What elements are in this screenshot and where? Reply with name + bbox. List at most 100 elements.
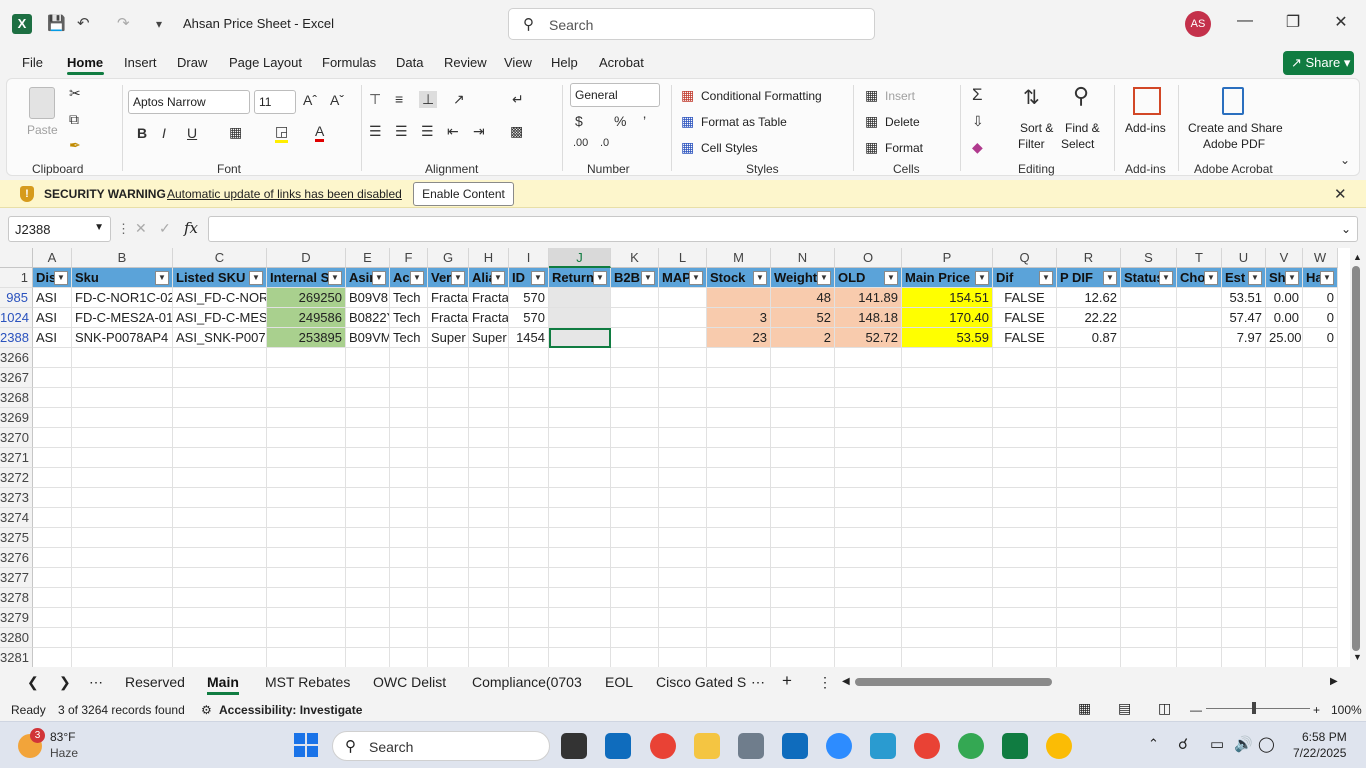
grid-cell[interactable]: [1303, 488, 1338, 508]
grid-cell[interactable]: [1222, 428, 1266, 448]
filter-dropdown-icon[interactable]: ▼: [451, 271, 465, 285]
grid-cell[interactable]: [1303, 568, 1338, 588]
tab-home[interactable]: Home: [67, 55, 103, 70]
grid-cell[interactable]: [390, 388, 428, 408]
grid-cell[interactable]: [509, 608, 549, 628]
grid-cell[interactable]: [33, 428, 72, 448]
grid-cell[interactable]: [346, 448, 390, 468]
grid-cell[interactable]: [469, 568, 509, 588]
grid-cell[interactable]: SNK-P0078AP4: [72, 328, 173, 348]
grid-cell[interactable]: [771, 348, 835, 368]
next-sheet-icon[interactable]: ❯: [59, 674, 71, 691]
grid-cell[interactable]: [1177, 348, 1222, 368]
grid-cell[interactable]: 23: [707, 328, 771, 348]
grid-cell[interactable]: [1222, 548, 1266, 568]
row-header[interactable]: 3270: [0, 428, 33, 448]
previous-sheet-icon[interactable]: ❮: [27, 674, 39, 691]
grid-cell[interactable]: [1222, 568, 1266, 588]
grid-cell[interactable]: [72, 388, 173, 408]
align-top-icon[interactable]: ⊤: [369, 91, 381, 108]
grid-cell[interactable]: [1222, 488, 1266, 508]
grid-cell[interactable]: [428, 408, 469, 428]
grid-cell[interactable]: [902, 488, 993, 508]
sheet-tab-owc-delist[interactable]: OWC Delist: [373, 674, 446, 690]
grid-cell[interactable]: [659, 448, 707, 468]
grid-cell[interactable]: [902, 368, 993, 388]
grid-cell[interactable]: [346, 368, 390, 388]
grid-cell[interactable]: [1303, 608, 1338, 628]
grid-cell[interactable]: [72, 348, 173, 368]
restore-button[interactable]: ❐: [1270, 12, 1316, 32]
column-header[interactable]: Q: [993, 248, 1057, 268]
grid-cell[interactable]: [659, 568, 707, 588]
grid-cell[interactable]: [1057, 368, 1121, 388]
grid-cell[interactable]: [1266, 408, 1303, 428]
grid-cell[interactable]: [469, 528, 509, 548]
grid-cell[interactable]: [1266, 568, 1303, 588]
italic-button[interactable]: I: [162, 125, 166, 141]
grid-cell[interactable]: [1057, 448, 1121, 468]
copy-icon[interactable]: ⧉: [69, 111, 79, 128]
name-box[interactable]: J2388 ▼: [8, 216, 111, 242]
grid-cell[interactable]: [771, 508, 835, 528]
grid-cell[interactable]: [659, 308, 707, 328]
customize-toolbar-icon[interactable]: ▾: [156, 14, 162, 34]
paste-icon[interactable]: [29, 87, 55, 119]
grid-cell[interactable]: [33, 548, 72, 568]
grid-cell[interactable]: [1177, 288, 1222, 308]
grid-cell[interactable]: [1177, 628, 1222, 648]
row-header[interactable]: 3267: [0, 368, 33, 388]
grid-cell[interactable]: [1266, 388, 1303, 408]
grid-cell[interactable]: [771, 588, 835, 608]
comma-style-icon[interactable]: ’: [643, 113, 646, 129]
vertical-scroll-thumb[interactable]: [1352, 266, 1360, 651]
file-explorer-icon[interactable]: [694, 733, 720, 759]
task-view-icon[interactable]: [561, 733, 587, 759]
scroll-left-icon[interactable]: ◀: [842, 676, 850, 687]
filter-dropdown-icon[interactable]: ▼: [1320, 271, 1334, 285]
grid-cell[interactable]: [659, 488, 707, 508]
grid-cell[interactable]: [1121, 528, 1177, 548]
row-header[interactable]: 3281: [0, 648, 33, 667]
filter-dropdown-icon[interactable]: ▼: [155, 271, 169, 285]
delete-cells-icon[interactable]: ▦: [865, 113, 878, 130]
grid-cell[interactable]: [346, 628, 390, 648]
filter-dropdown-icon[interactable]: ▼: [641, 271, 655, 285]
grid-cell[interactable]: [611, 468, 659, 488]
grid-cell[interactable]: [659, 388, 707, 408]
grid-cell[interactable]: [771, 628, 835, 648]
grid-cell[interactable]: [1266, 548, 1303, 568]
header-cell[interactable]: Return ▼: [549, 268, 611, 288]
grid-cell[interactable]: 3: [707, 308, 771, 328]
grid-cell[interactable]: ASI: [33, 288, 72, 308]
grid-cell[interactable]: [659, 548, 707, 568]
grid-cell[interactable]: ASI_FD-C-NOR1: [173, 288, 267, 308]
number-format-combo[interactable]: General: [570, 83, 660, 107]
cut-icon[interactable]: ✂: [69, 85, 81, 102]
grid-cell[interactable]: [1266, 368, 1303, 388]
sheet-options-icon[interactable]: ⋮: [818, 674, 832, 691]
grid-cell[interactable]: [1266, 508, 1303, 528]
grid-cell[interactable]: [835, 568, 902, 588]
grid-cell[interactable]: [33, 648, 72, 667]
grid-cell[interactable]: FD-C-MES2A-01: [72, 308, 173, 328]
grid-cell[interactable]: [611, 648, 659, 667]
grid-cell[interactable]: [72, 468, 173, 488]
grid-cell[interactable]: [1222, 348, 1266, 368]
tab-formulas[interactable]: Formulas: [322, 55, 376, 70]
grid-cell[interactable]: [390, 468, 428, 488]
row-header[interactable]: 3273: [0, 488, 33, 508]
grid-cell[interactable]: 25.00: [1266, 328, 1303, 348]
grid-cell[interactable]: [993, 588, 1057, 608]
wrap-text-icon[interactable]: ↵: [512, 91, 524, 108]
grid-cell[interactable]: [346, 388, 390, 408]
grid-cell[interactable]: [267, 488, 346, 508]
normal-view-icon[interactable]: ▦: [1078, 700, 1091, 717]
grid-cell[interactable]: [1177, 508, 1222, 528]
filter-dropdown-icon[interactable]: ▼: [328, 271, 342, 285]
row-header[interactable]: 1024: [0, 308, 33, 328]
grid-cell[interactable]: 53.59: [902, 328, 993, 348]
row-header[interactable]: 1: [0, 268, 33, 288]
decrease-decimal-icon[interactable]: .0: [600, 137, 609, 149]
grid-cell[interactable]: [549, 548, 611, 568]
